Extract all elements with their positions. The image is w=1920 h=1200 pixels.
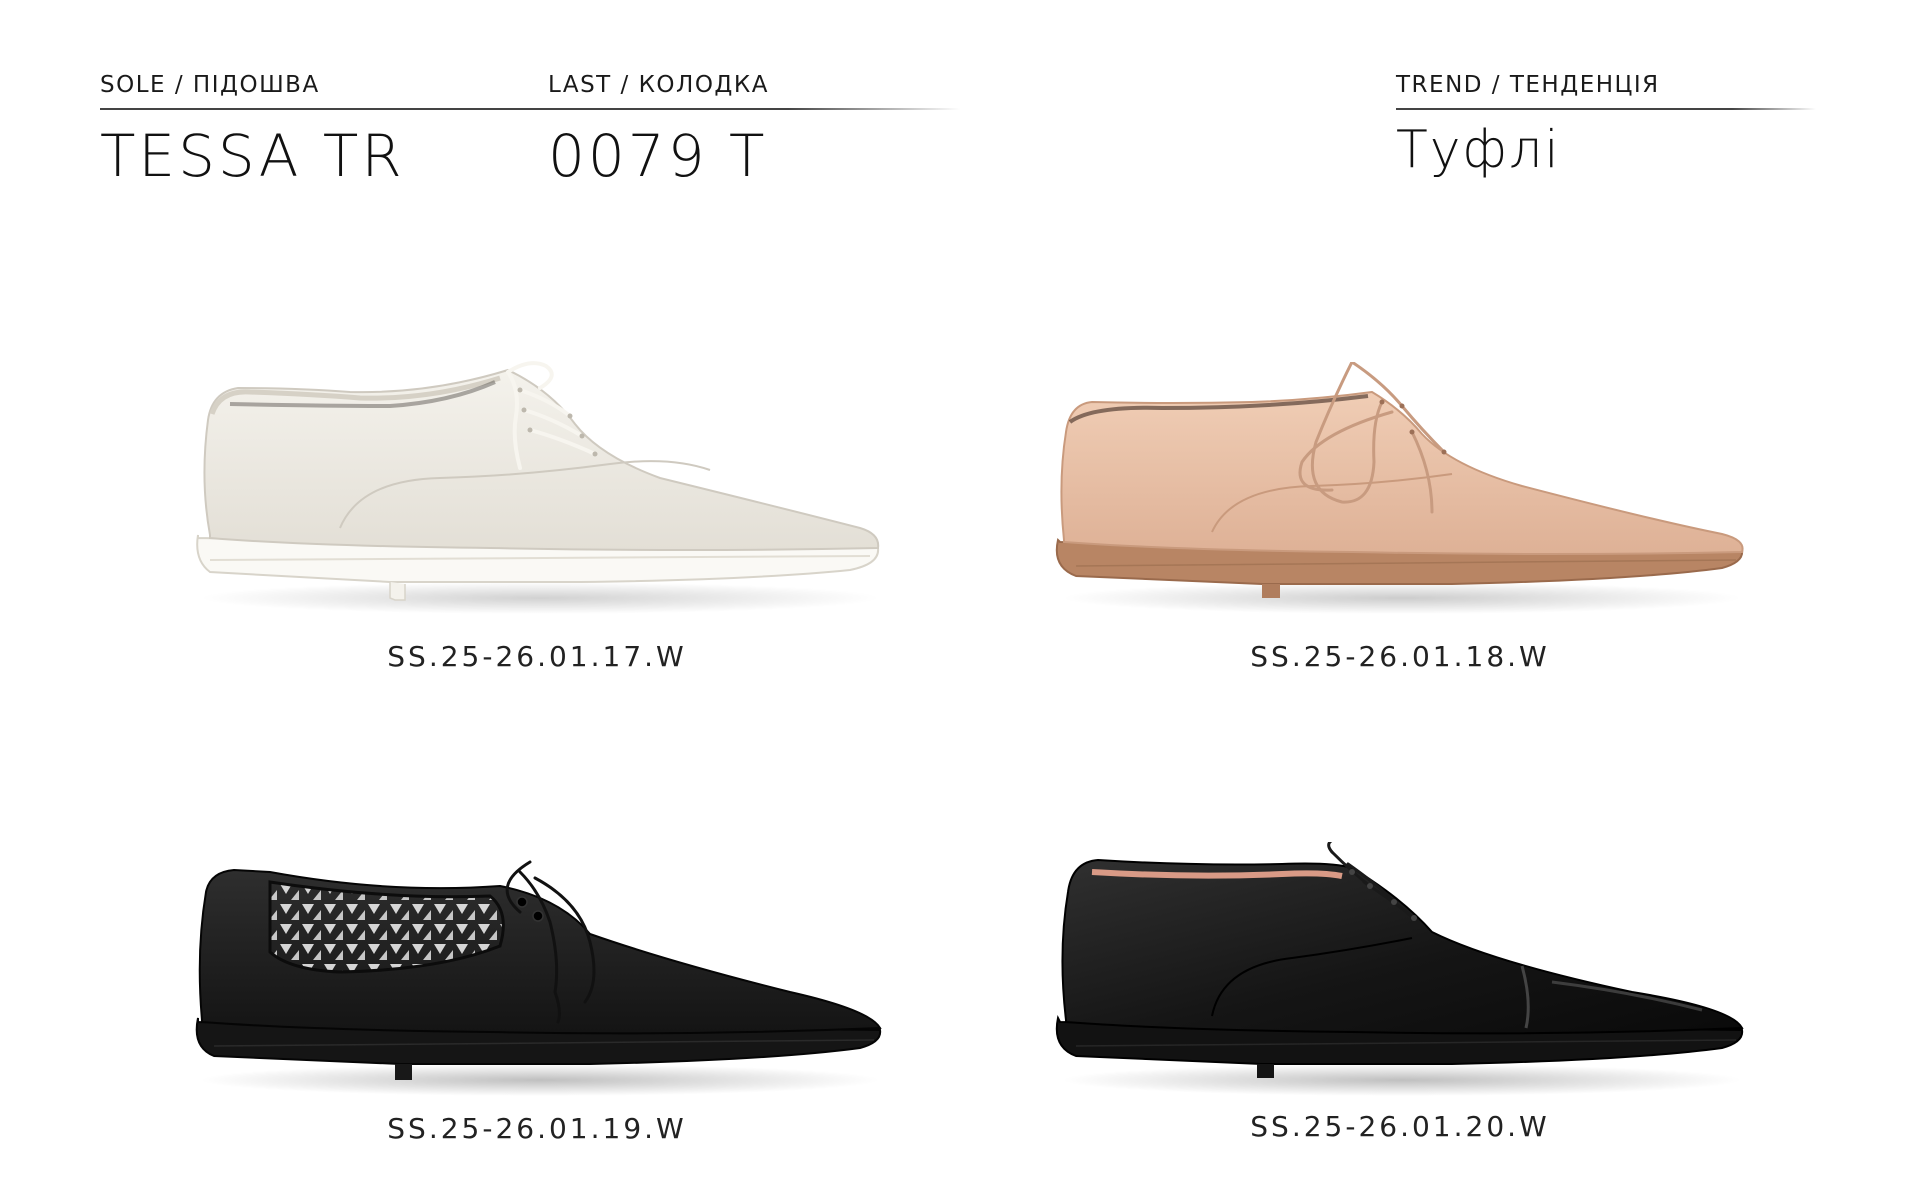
product-code-1: SS.25-26.01.17.W bbox=[387, 640, 687, 673]
last-value: 0079 T bbox=[548, 122, 768, 190]
sole-label: SOLE / ПІДОШВА bbox=[100, 72, 320, 98]
header-divider-left bbox=[100, 108, 960, 110]
product-image-2 bbox=[1052, 360, 1752, 622]
product-code-3: SS.25-26.01.19.W bbox=[387, 1112, 687, 1145]
lace-up-shoe-icon bbox=[195, 860, 882, 1096]
product-image-3 bbox=[190, 842, 890, 1102]
lace-up-shoe-icon bbox=[196, 361, 880, 614]
product-code-4: SS.25-26.01.20.W bbox=[1250, 1110, 1550, 1143]
sole-value: TESSA TR bbox=[100, 122, 405, 190]
product-code-2: SS.25-26.01.18.W bbox=[1250, 640, 1550, 673]
trend-value: Туфлі bbox=[1396, 120, 1561, 180]
product-image-1 bbox=[190, 360, 890, 620]
lace-up-shoe-icon bbox=[1055, 360, 1744, 614]
header-divider-right bbox=[1396, 108, 1816, 110]
last-label: LAST / КОЛОДКА bbox=[548, 72, 769, 98]
trend-label: TREND / ТЕНДЕНЦІЯ bbox=[1396, 72, 1660, 98]
lace-up-shoe-icon bbox=[1055, 836, 1744, 1096]
product-image-4 bbox=[1052, 836, 1752, 1102]
